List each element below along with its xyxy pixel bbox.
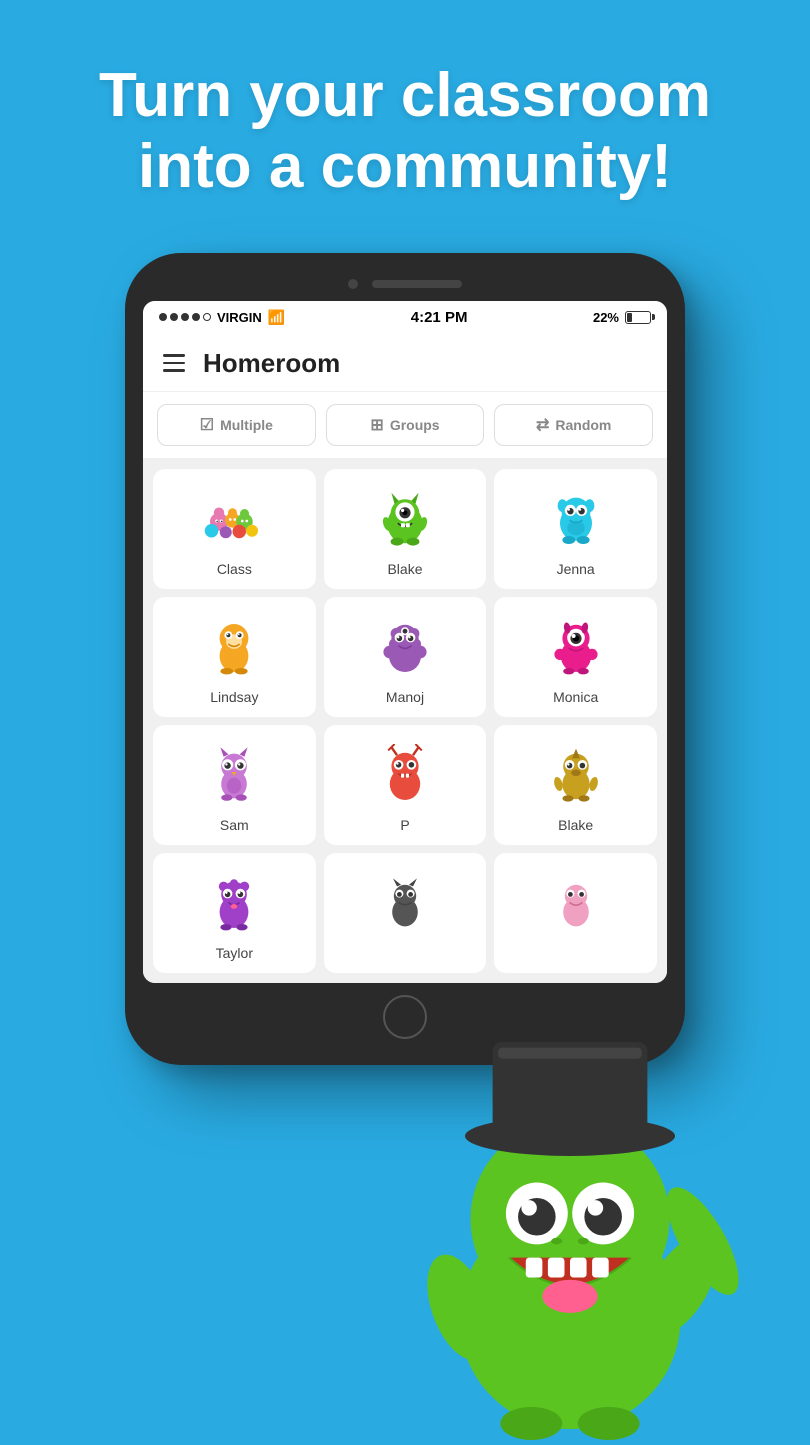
- grid-label-taylor: Taylor: [216, 945, 253, 961]
- monster-svg-manoj: [375, 616, 435, 676]
- grid-label-sam: Sam: [220, 817, 249, 833]
- grid-item-taylor[interactable]: Taylor: [153, 853, 316, 973]
- phone-top-bar: [143, 271, 667, 301]
- grid-item-class[interactable]: Class: [153, 469, 316, 589]
- monster-extra2: [541, 867, 611, 937]
- grid-label-class: Class: [217, 561, 252, 577]
- hamburger-line-2: [163, 362, 185, 365]
- wifi-icon: 📶: [268, 309, 285, 326]
- grid-item-lindsay[interactable]: Lindsay: [153, 597, 316, 717]
- mascot-svg: [380, 1020, 760, 1440]
- grid-label-manoj: Manoj: [386, 689, 424, 705]
- grid-item-extra2[interactable]: [494, 853, 657, 973]
- battery-percent: 22%: [593, 310, 619, 325]
- grid-item-extra1[interactable]: [324, 853, 487, 973]
- monster-blake2: [541, 739, 611, 809]
- monster-svg-p: [375, 744, 435, 804]
- monster-svg-extra2: [546, 872, 606, 932]
- home-button[interactable]: [383, 995, 427, 1039]
- random-icon: ⇄: [536, 415, 549, 435]
- speaker-grille: [372, 280, 462, 288]
- grid-label-monica: Monica: [553, 689, 598, 705]
- status-bar: VIRGIN 📶 4:21 PM 22%: [143, 301, 667, 334]
- battery-icon: [625, 311, 651, 324]
- multiple-label: Multiple: [220, 417, 273, 433]
- monster-svg-extra1: [375, 872, 435, 932]
- monster-svg-lindsay: [204, 616, 264, 676]
- monster-monica: [541, 611, 611, 681]
- status-left: VIRGIN 📶: [159, 309, 285, 326]
- hero-text-container: Turn your classroom into a community!: [0, 0, 810, 233]
- monster-svg-blake1: [375, 488, 435, 548]
- grid-label-blake2: Blake: [558, 817, 593, 833]
- front-camera: [348, 279, 358, 289]
- phone-device: VIRGIN 📶 4:21 PM 22% Homeroo: [125, 253, 685, 1065]
- multiple-button[interactable]: ☑ Multiple: [157, 404, 316, 446]
- hero-section: Turn your classroom into a community!: [0, 0, 810, 233]
- monster-svg-jenna: [546, 488, 606, 548]
- status-time: 4:21 PM: [411, 309, 468, 326]
- grid-label-p: P: [400, 817, 409, 833]
- monster-class: [199, 483, 269, 553]
- phone-bottom-bar: [143, 983, 667, 1047]
- signal-dots: [159, 313, 211, 321]
- battery-fill: [627, 313, 632, 322]
- student-grid: Class: [143, 459, 667, 983]
- grid-item-monica[interactable]: Monica: [494, 597, 657, 717]
- monster-taylor: [199, 867, 269, 937]
- groups-button[interactable]: ⊞ Groups: [326, 404, 485, 446]
- monster-blake1: [370, 483, 440, 553]
- grid-label-lindsay: Lindsay: [210, 689, 258, 705]
- monster-svg-blake2: [546, 744, 606, 804]
- hamburger-menu-button[interactable]: [163, 354, 185, 372]
- monster-svg-monica: [546, 616, 606, 676]
- grid-item-jenna[interactable]: Jenna: [494, 469, 657, 589]
- phone-wrapper: VIRGIN 📶 4:21 PM 22% Homeroo: [0, 253, 810, 1065]
- monster-svg-taylor: [204, 872, 264, 932]
- monster-sam: [199, 739, 269, 809]
- multiple-icon: ☑: [200, 415, 214, 435]
- grid-item-blake2[interactable]: Blake: [494, 725, 657, 845]
- grid-item-blake1[interactable]: Blake: [324, 469, 487, 589]
- monster-lindsay: [199, 611, 269, 681]
- monster-extra1: [370, 867, 440, 937]
- monster-svg-sam: [204, 744, 264, 804]
- random-label: Random: [555, 417, 611, 433]
- status-right: 22%: [593, 310, 651, 325]
- grid-item-p[interactable]: P: [324, 725, 487, 845]
- action-bar: ☑ Multiple ⊞ Groups ⇄ Random: [143, 392, 667, 459]
- groups-icon: ⊞: [370, 415, 383, 435]
- grid-label-jenna: Jenna: [557, 561, 595, 577]
- phone-screen: VIRGIN 📶 4:21 PM 22% Homeroo: [143, 301, 667, 983]
- app-title: Homeroom: [203, 348, 340, 379]
- hamburger-line-3: [163, 369, 185, 372]
- hero-title: Turn your classroom into a community!: [60, 60, 750, 203]
- monster-p: [370, 739, 440, 809]
- app-header: Homeroom: [143, 334, 667, 392]
- groups-label: Groups: [390, 417, 440, 433]
- mascot-overlay: [380, 1020, 760, 1440]
- monster-svg-class: [204, 488, 264, 548]
- grid-item-sam[interactable]: Sam: [153, 725, 316, 845]
- hamburger-line-1: [163, 354, 185, 357]
- grid-label-blake1: Blake: [387, 561, 422, 577]
- carrier-label: VIRGIN: [217, 310, 262, 325]
- monster-manoj: [370, 611, 440, 681]
- monster-jenna: [541, 483, 611, 553]
- grid-item-manoj[interactable]: Manoj: [324, 597, 487, 717]
- random-button[interactable]: ⇄ Random: [494, 404, 653, 446]
